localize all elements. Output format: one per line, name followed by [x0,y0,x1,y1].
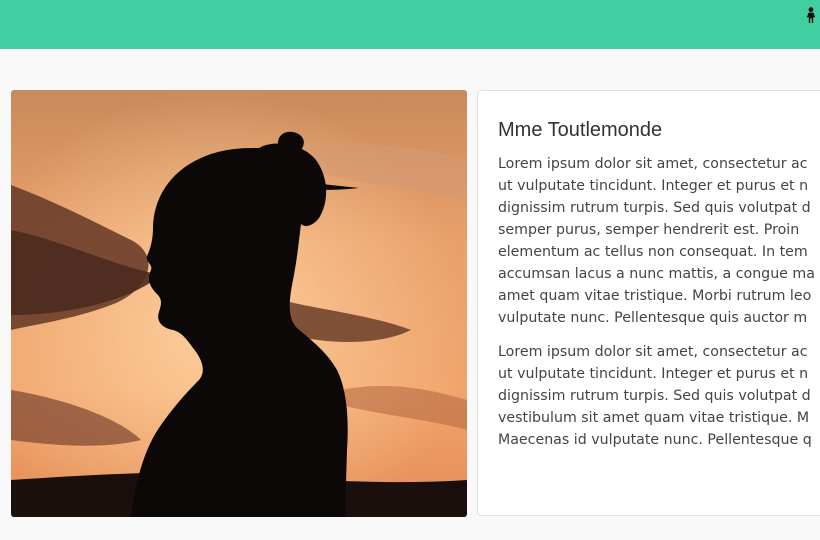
bio-line: elementum ac tellus non consequat. In te… [498,244,808,260]
bio-line: vestibulum sit amet quam vitae tristique… [498,410,810,426]
top-navbar [0,0,820,49]
bio-line: semper purus, semper hendrerit est. Proi… [498,222,800,238]
bio-line: dignissim rutrum turpis. Sed quis volutp… [498,200,811,216]
bio-line: amet quam vitae tristique. Morbi rutrum … [498,288,812,304]
profile-name: Mme Toutlemonde [498,119,663,141]
bio-line: vulputate nunc. Pellentesque quis auctor… [498,310,808,326]
bio-line: Lorem ipsum dolor sit amet, consectetur … [498,156,808,172]
profile-photo [11,90,467,517]
bio-line: ut vulputate tincidunt. Integer et purus… [498,366,809,382]
bio-line: Maecenas id vulputate nunc. Pellentesque… [498,432,812,448]
female-user-icon[interactable] [804,7,818,23]
bio-line: Lorem ipsum dolor sit amet, consectetur … [498,344,808,360]
profile-bio-paragraph-2: Lorem ipsum dolor sit amet, consectetur … [498,341,818,451]
bio-line: dignissim rutrum turpis. Sed quis volutp… [498,388,811,404]
bio-line: ut vulputate tincidunt. Integer et purus… [498,178,809,194]
profile-bio-paragraph-1: Lorem ipsum dolor sit amet, consectetur … [498,153,818,329]
profile-card: Mme Toutlemonde Lorem ipsum dolor sit am… [477,90,820,516]
bio-line: accumsan lacus a nunc mattis, a congue m… [498,266,815,282]
